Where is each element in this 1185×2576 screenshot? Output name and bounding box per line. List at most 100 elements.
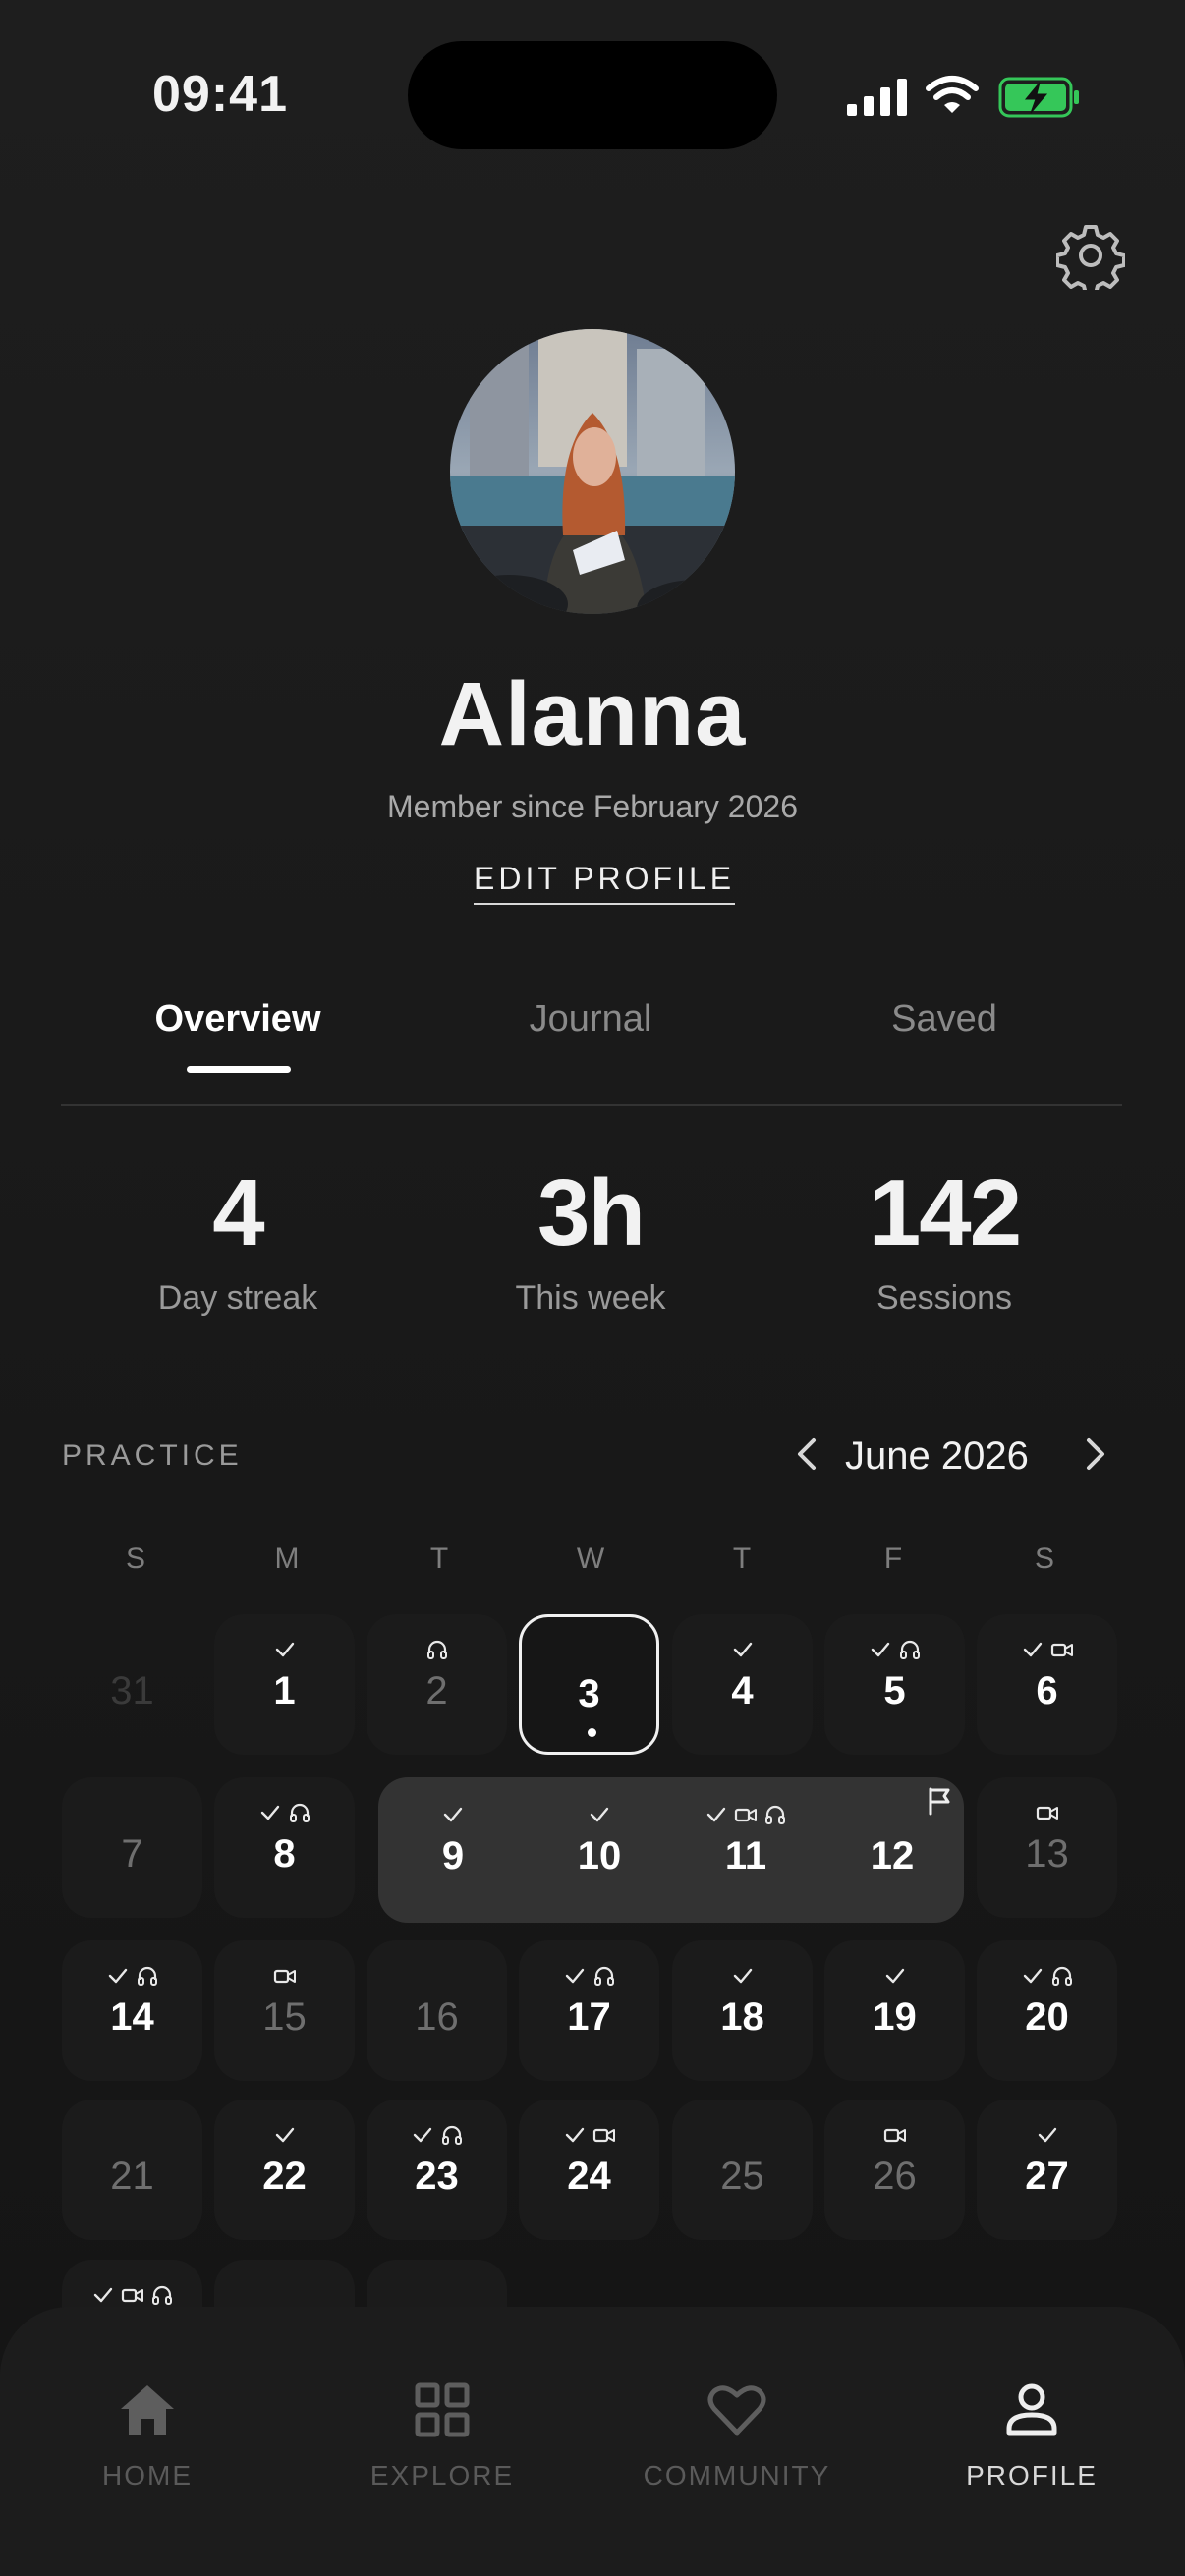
edit-profile-link[interactable]: EDIT PROFILE [474, 861, 736, 905]
check-icon [565, 1968, 584, 1984]
avatar[interactable] [450, 329, 735, 614]
calendar-day[interactable]: 27 [977, 2100, 1117, 2240]
activity-icons [519, 2123, 659, 2147]
day-number: 27 [1025, 2155, 1069, 2198]
activity-icons [519, 1964, 659, 1988]
day-number: 3 [578, 1672, 600, 1715]
settings-gear-icon[interactable] [1056, 221, 1125, 290]
activity-icons [214, 2123, 355, 2147]
calendar-day[interactable]: 7 [62, 1777, 202, 1918]
calendar-day[interactable]: 14 [62, 1940, 202, 2081]
today-dot [588, 1728, 596, 1737]
nav-profile[interactable]: PROFILE [884, 2378, 1179, 2505]
calendar-day-selected[interactable]: 10 [526, 1777, 673, 1923]
weekday-header: W [576, 1542, 605, 1575]
nav-community[interactable]: COMMUNITY [590, 2378, 884, 2505]
headphones-icon [151, 2285, 172, 2305]
calendar-day[interactable]: 8 [214, 1777, 355, 1918]
calendar-day[interactable]: 22 [214, 2100, 355, 2240]
signal-icon [847, 79, 907, 116]
heart-icon [707, 2385, 766, 2436]
calendar-day[interactable]: 26 [824, 2100, 965, 2240]
activity-icons [214, 1638, 355, 1661]
activity-icons [824, 1964, 965, 1988]
chevron-left-icon[interactable] [786, 1432, 829, 1476]
stat-streak-label: Day streak [157, 1279, 318, 1316]
weekday-header: M [274, 1542, 300, 1575]
calendar-day[interactable]: 16 [367, 1940, 507, 2081]
tab-saved[interactable]: Saved [767, 998, 1121, 1040]
nav-explore[interactable]: EXPLORE [295, 2378, 590, 2505]
activity-icons [379, 1803, 527, 1826]
chevron-right-icon[interactable] [1073, 1432, 1116, 1476]
activity-icons [367, 1964, 507, 1988]
calendar-day[interactable]: 24 [519, 2100, 659, 2240]
stat-streak-value: 4 [212, 1160, 264, 1265]
calendar-day[interactable]: 1 [214, 1614, 355, 1755]
calendar-day[interactable]: 15 [214, 1940, 355, 2081]
nav-profile-label: PROFILE [966, 2460, 1098, 2491]
day-number: 17 [567, 1995, 611, 2039]
calendar-day[interactable]: 6 [977, 1614, 1117, 1755]
day-number: 24 [567, 2155, 611, 2198]
headphones-icon [426, 1640, 447, 1659]
activity-icons [526, 1803, 673, 1826]
check-icon [1038, 2127, 1056, 2143]
calendar-day[interactable]: 23 [367, 2100, 507, 2240]
calendar-day[interactable]: 4 [672, 1614, 813, 1755]
day-number: 11 [724, 1834, 767, 1877]
calendar-day[interactable]: 13 [977, 1777, 1117, 1918]
headphones-icon [137, 1966, 157, 1986]
profile-name: Alanna [438, 664, 747, 764]
video-icon [734, 1808, 757, 1822]
activity-icons [977, 1638, 1117, 1661]
practice-section-label: PRACTICE [62, 1439, 243, 1472]
day-number: 5 [883, 1669, 906, 1712]
activity-icons [672, 2123, 813, 2147]
stat-sessions-value: 142 [868, 1160, 1022, 1265]
weekday-header: S [1034, 1542, 1054, 1575]
dynamic-island [408, 41, 777, 149]
calendar-day[interactable]: 21 [62, 2100, 202, 2240]
calendar-day[interactable]: 5 [824, 1614, 965, 1755]
calendar-day-selected[interactable]: 12 [818, 1777, 966, 1923]
activity-icons [214, 1801, 355, 1824]
day-number: 19 [873, 1995, 917, 2039]
video-icon [592, 2128, 615, 2143]
calendar-day[interactable]: 20 [977, 1940, 1117, 2081]
weekday-header: T [429, 1542, 449, 1575]
tab-divider [61, 1104, 1122, 1106]
day-number: 21 [110, 2155, 154, 2198]
day-number: 20 [1025, 1995, 1069, 2039]
calendar-day[interactable]: 2 [367, 1614, 507, 1755]
weekday-header: S [125, 1542, 145, 1575]
calendar-day[interactable]: 25 [672, 2100, 813, 2240]
day-number: 8 [273, 1832, 296, 1876]
video-icon [273, 1969, 296, 1984]
activity-icons [672, 1803, 819, 1826]
calendar-day-selected[interactable]: 9 [379, 1777, 527, 1923]
person-icon [1006, 2383, 1057, 2436]
video-icon [1050, 1643, 1073, 1657]
calendar-day[interactable]: 18 [672, 1940, 813, 2081]
check-icon [260, 1805, 279, 1820]
video-icon [883, 2128, 906, 2143]
day-number: 23 [415, 2155, 459, 2198]
day-number: 7 [121, 1832, 143, 1876]
tab-journal[interactable]: Journal [414, 998, 767, 1040]
calendar-day[interactable]: 19 [824, 1940, 965, 2081]
calendar-day[interactable]: 31 [62, 1614, 202, 1755]
check-icon [275, 2127, 294, 2143]
tab-overview[interactable]: Overview [61, 998, 415, 1040]
day-number: 2 [425, 1669, 448, 1712]
calendar-day-selected[interactable]: 11 [672, 1777, 819, 1923]
stat-week-value: 3h [536, 1160, 646, 1265]
nav-home[interactable]: HOME [0, 2378, 295, 2505]
calendar-day[interactable]: 17 [519, 1940, 659, 2081]
calendar-day-today[interactable]: 3 [519, 1614, 659, 1755]
activity-icons [367, 2123, 507, 2147]
day-number: 26 [873, 2155, 917, 2198]
activity-icons [672, 1964, 813, 1988]
day-number: 16 [415, 1995, 459, 2039]
check-icon [1023, 1968, 1042, 1984]
